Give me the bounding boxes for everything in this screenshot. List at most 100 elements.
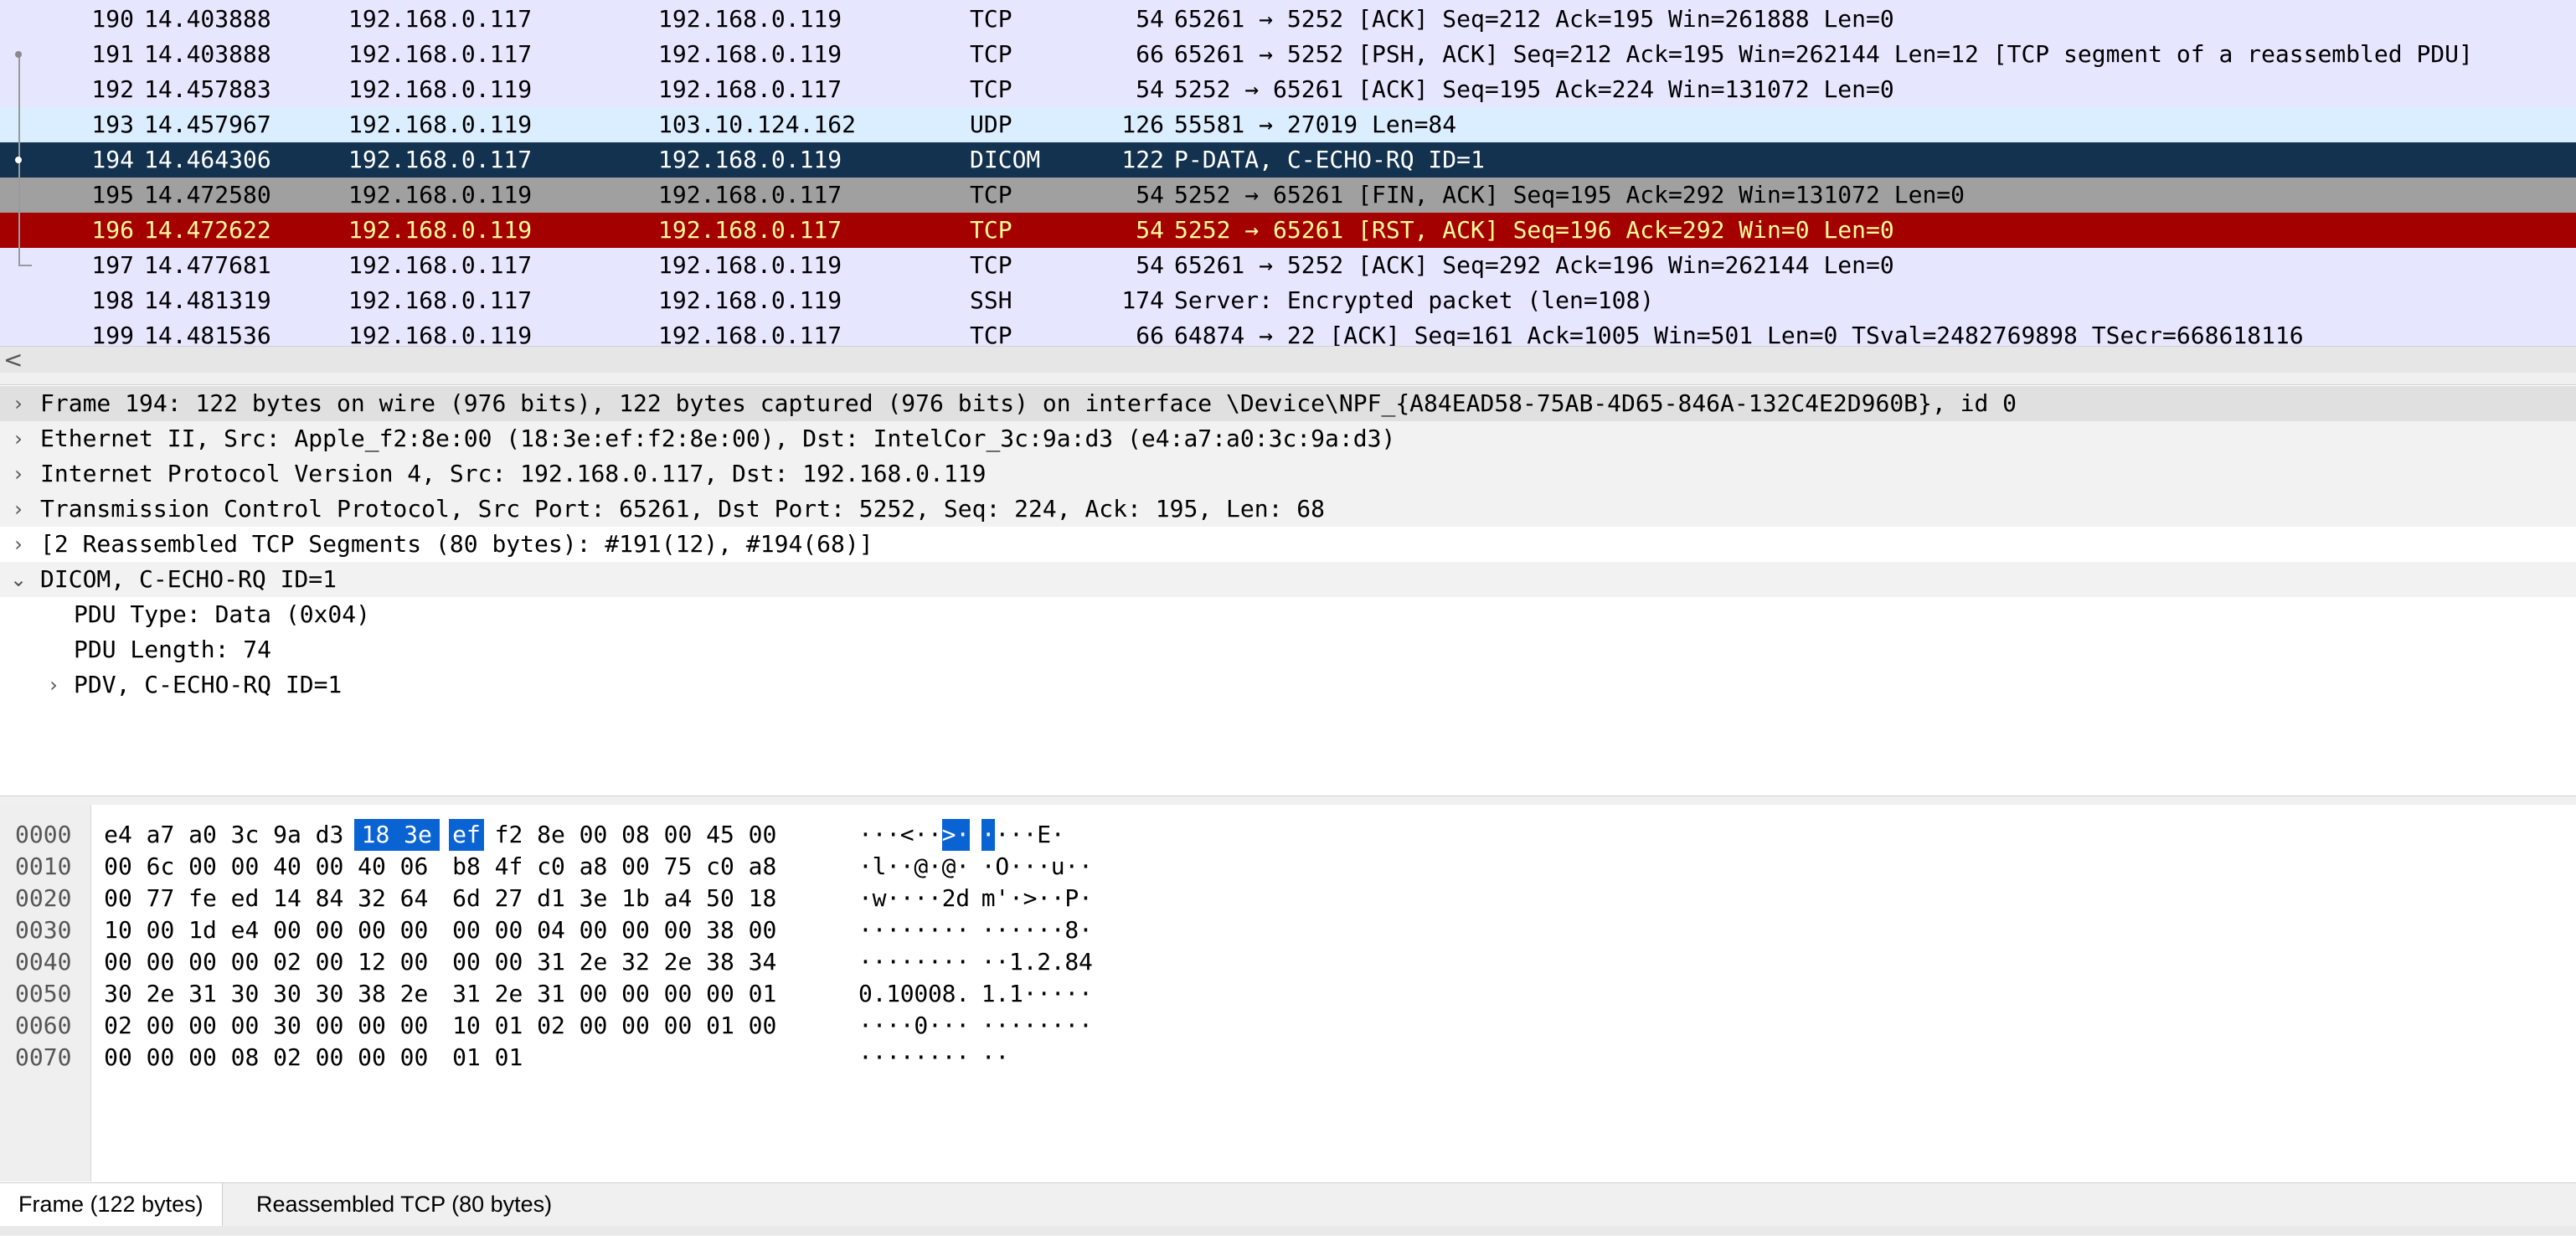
hex-byte[interactable]: ed bbox=[228, 883, 263, 914]
detail-tree-item[interactable]: PDU Length: 74 bbox=[0, 632, 2576, 667]
hex-byte[interactable]: a8 bbox=[576, 851, 611, 883]
hex-byte[interactable]: 00 bbox=[312, 851, 348, 883]
hex-byte[interactable]: 01 bbox=[492, 1010, 527, 1042]
ascii-char[interactable]: · bbox=[1051, 978, 1065, 1010]
hex-byte[interactable]: 2e bbox=[397, 978, 432, 1010]
hex-byte[interactable]: 00 bbox=[618, 978, 653, 1010]
ascii-char[interactable]: · bbox=[1037, 851, 1051, 883]
hex-byte[interactable]: 6c bbox=[143, 851, 178, 883]
ascii-char[interactable]: · bbox=[1009, 914, 1023, 946]
scroll-left-arrow-icon[interactable]: < bbox=[3, 347, 23, 373]
ascii-char[interactable]: · bbox=[858, 1010, 873, 1042]
ascii-char[interactable]: · bbox=[1023, 978, 1038, 1010]
ascii-char[interactable]: · bbox=[956, 914, 970, 946]
ascii-char[interactable]: · bbox=[956, 1042, 970, 1074]
hex-byte[interactable]: 00 bbox=[100, 1042, 136, 1074]
ascii-char[interactable]: · bbox=[928, 1010, 942, 1042]
hex-byte[interactable]: 84 bbox=[312, 883, 348, 914]
ascii-char[interactable]: · bbox=[981, 1010, 996, 1042]
hex-row[interactable]: 0000 e4 a7 a0 3c 9a d3 18 3e ef f2 8e 00 08 00 45 00 · · · <… bbox=[0, 819, 1172, 851]
ascii-char[interactable]: · bbox=[914, 914, 928, 946]
hex-byte[interactable]: 18 bbox=[745, 883, 781, 914]
ascii-char[interactable]: 4 bbox=[1079, 946, 1093, 978]
ascii-char[interactable]: O bbox=[995, 851, 1009, 883]
hex-byte[interactable]: 00 bbox=[661, 1010, 696, 1042]
hex-byte[interactable]: d1 bbox=[533, 883, 569, 914]
ascii-char[interactable]: · bbox=[995, 1010, 1009, 1042]
collapsed-chevron-icon[interactable]: › bbox=[44, 667, 64, 703]
ascii-char[interactable]: · bbox=[858, 851, 873, 883]
hex-byte[interactable]: 14 bbox=[270, 883, 305, 914]
hex-byte[interactable]: 27 bbox=[492, 883, 527, 914]
ascii-char[interactable]: · bbox=[886, 819, 900, 851]
hex-byte[interactable]: 10 bbox=[449, 1010, 484, 1042]
hex-byte[interactable]: 00 bbox=[449, 946, 484, 978]
hex-byte[interactable]: 00 bbox=[143, 1042, 178, 1074]
ascii-char[interactable]: · bbox=[928, 883, 942, 914]
ascii-char[interactable]: . bbox=[1051, 946, 1065, 978]
ascii-char[interactable]: . bbox=[995, 978, 1009, 1010]
hex-byte[interactable]: 00 bbox=[312, 914, 348, 946]
packet-row[interactable]: 190 14.403888 192.168.0.117 192.168.0.119 TC… bbox=[0, 2, 2576, 37]
hex-byte[interactable]: 31 bbox=[533, 978, 569, 1010]
ascii-char[interactable]: · bbox=[873, 1042, 887, 1074]
tab-reassembled-tcp[interactable]: Reassembled TCP (80 bytes) bbox=[238, 1183, 570, 1225]
ascii-char[interactable]: · bbox=[900, 851, 914, 883]
ascii-char[interactable]: · bbox=[1009, 819, 1023, 851]
hex-byte[interactable]: 00 bbox=[397, 946, 432, 978]
hex-row[interactable]: 0020 00 77 fe ed 14 84 32 64 6d 27 d1 3e 1b a4 50 18 · w · ·… bbox=[0, 883, 1172, 914]
ascii-char[interactable]: 1 bbox=[981, 978, 996, 1010]
ascii-char[interactable]: · bbox=[858, 1042, 873, 1074]
packet-row[interactable]: 196 14.472622 192.168.0.119 192.168.0.117 TC… bbox=[0, 213, 2576, 248]
detail-tree-item[interactable]: › Internet Protocol Version 4, Src: 192.1… bbox=[0, 456, 2576, 492]
hex-byte[interactable]: c0 bbox=[703, 851, 738, 883]
ascii-char[interactable]: ' bbox=[995, 883, 1009, 914]
hex-byte[interactable]: 77 bbox=[143, 883, 178, 914]
hex-byte[interactable]: 00 bbox=[397, 1010, 432, 1042]
hex-byte[interactable]: 3e bbox=[396, 819, 440, 851]
collapsed-chevron-icon[interactable]: › bbox=[8, 421, 28, 456]
hex-byte[interactable]: 00 bbox=[745, 914, 781, 946]
collapsed-chevron-icon[interactable]: › bbox=[8, 456, 28, 492]
hex-byte[interactable]: 9a bbox=[270, 819, 305, 851]
hex-byte[interactable]: 02 bbox=[270, 1042, 305, 1074]
hex-byte[interactable]: 30 bbox=[228, 978, 263, 1010]
ascii-char[interactable]: · bbox=[1009, 851, 1023, 883]
ascii-char[interactable]: · bbox=[995, 1042, 1009, 1074]
hex-byte[interactable]: 02 bbox=[270, 946, 305, 978]
hex-byte[interactable]: 00 bbox=[661, 819, 696, 851]
ascii-char[interactable]: · bbox=[942, 1042, 956, 1074]
ascii-char[interactable]: · bbox=[900, 914, 914, 946]
ascii-char[interactable]: u bbox=[1051, 851, 1065, 883]
ascii-char[interactable]: · bbox=[1051, 914, 1065, 946]
hex-byte[interactable]: 4f bbox=[492, 851, 527, 883]
ascii-char[interactable]: · bbox=[900, 1010, 914, 1042]
hex-byte[interactable]: a8 bbox=[745, 851, 781, 883]
hex-byte[interactable]: a4 bbox=[661, 883, 696, 914]
hex-byte[interactable]: 08 bbox=[618, 819, 653, 851]
hex-byte[interactable]: 00 bbox=[618, 851, 653, 883]
hex-row[interactable]: 0060 02 00 00 00 30 00 00 00 10 01 02 00 00 00 01 00 · · · ·… bbox=[0, 1010, 1172, 1042]
hex-byte[interactable]: 12 bbox=[354, 946, 389, 978]
packet-row[interactable]: 195 14.472580 192.168.0.119 192.168.0.117 TC… bbox=[0, 178, 2576, 213]
packet-details-tree[interactable]: › Frame 194: 122 bytes on wire (976 bits)… bbox=[0, 385, 2576, 796]
ascii-char[interactable]: · bbox=[1064, 1010, 1079, 1042]
hex-byte[interactable]: 40 bbox=[354, 851, 389, 883]
ascii-char[interactable]: · bbox=[914, 819, 928, 851]
hex-byte[interactable]: 00 bbox=[492, 914, 527, 946]
hex-byte[interactable]: 00 bbox=[143, 914, 178, 946]
hex-byte[interactable]: 00 bbox=[661, 914, 696, 946]
hex-byte[interactable]: 02 bbox=[533, 1010, 569, 1042]
packet-row[interactable]: 197 14.477681 192.168.0.117 192.168.0.119 TC… bbox=[0, 248, 2576, 283]
hex-byte[interactable]: 00 bbox=[576, 819, 611, 851]
hex-byte[interactable]: 31 bbox=[533, 946, 569, 978]
detail-tree-item[interactable]: ⌄ DICOM, C-ECHO-RQ ID=1 bbox=[0, 562, 2576, 597]
packet-row[interactable]: 193 14.457967 192.168.0.119 103.10.124.162 U… bbox=[0, 107, 2576, 142]
ascii-char[interactable]: · bbox=[914, 883, 928, 914]
ascii-char[interactable]: · bbox=[858, 914, 873, 946]
pane-splitter[interactable] bbox=[0, 373, 2576, 385]
ascii-char[interactable]: · bbox=[886, 1010, 900, 1042]
ascii-char[interactable]: . bbox=[956, 978, 970, 1010]
collapsed-chevron-icon[interactable]: › bbox=[8, 527, 28, 562]
ascii-char[interactable]: · bbox=[956, 946, 970, 978]
